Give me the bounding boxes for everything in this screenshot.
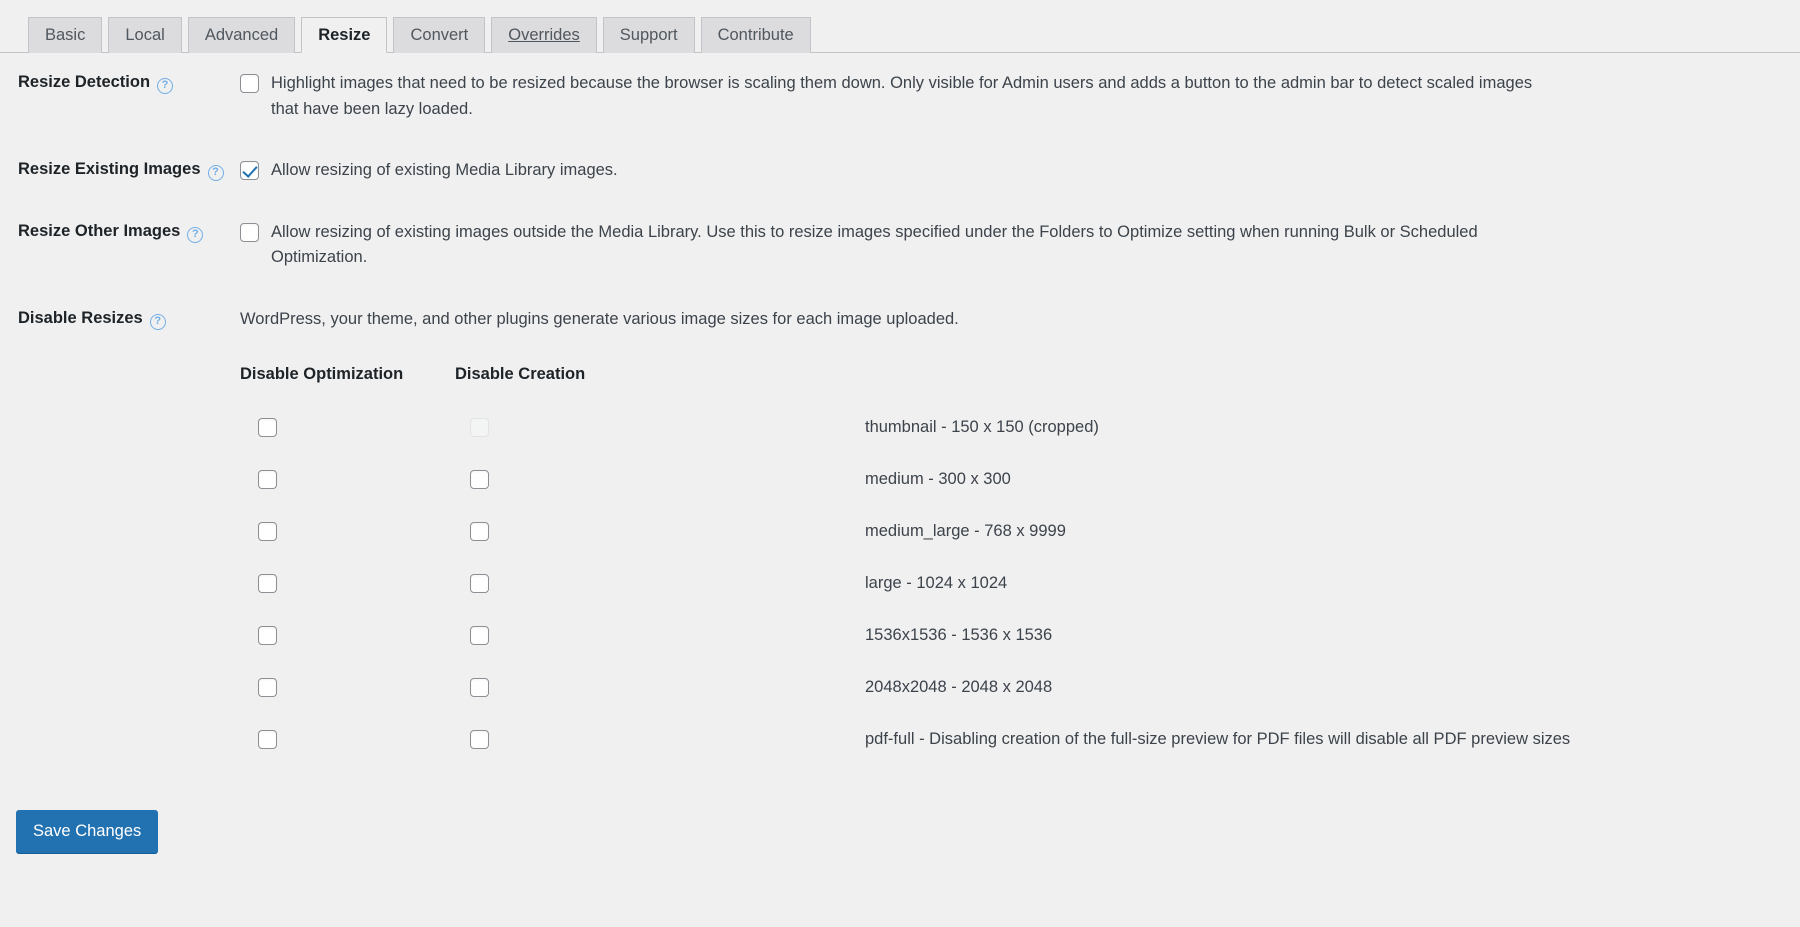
- checkbox-disable-optimization[interactable]: [258, 470, 277, 489]
- tab-convert[interactable]: Convert: [393, 17, 485, 53]
- tab-contribute[interactable]: Contribute: [701, 17, 811, 53]
- tab-support[interactable]: Support: [603, 17, 695, 53]
- checkbox-disable-optimization[interactable]: [258, 522, 277, 541]
- description-disable-resizes: WordPress, your theme, and other plugins…: [240, 307, 1780, 333]
- description-resize-other-images[interactable]: Allow resizing of existing images outsid…: [271, 220, 1561, 271]
- save-changes-button[interactable]: Save Changes: [16, 810, 158, 854]
- cell-size-name: medium - 300 x 300: [660, 454, 1570, 506]
- setting-row-resize-other-images: Resize Other Images ? Allow resizing of …: [0, 202, 1800, 289]
- setting-row-disable-resizes: Disable Resizes ? WordPress, your theme,…: [0, 289, 1800, 784]
- cell-disable-creation: [455, 610, 660, 662]
- table-row: 2048x2048 - 2048 x 2048: [240, 662, 1570, 714]
- checkbox-disable-creation[interactable]: [470, 678, 489, 697]
- column-header-disable-creation: Disable Creation: [455, 362, 660, 402]
- help-icon[interactable]: ?: [208, 165, 224, 181]
- label-resize-detection: Resize Detection ?: [0, 53, 240, 112]
- checkbox-disable-optimization[interactable]: [258, 418, 277, 437]
- tab-basic[interactable]: Basic: [28, 17, 102, 53]
- checkbox-disable-creation[interactable]: [470, 626, 489, 645]
- cell-size-name: 2048x2048 - 2048 x 2048: [660, 662, 1570, 714]
- cell-disable-optimization: [240, 610, 455, 662]
- tab-advanced[interactable]: Advanced: [188, 17, 295, 53]
- cell-disable-creation: [455, 454, 660, 506]
- cell-disable-creation: [455, 558, 660, 610]
- save-section: Save Changes: [0, 784, 1800, 854]
- checkbox-disable-creation[interactable]: [470, 574, 489, 593]
- checkbox-resize-other-images[interactable]: [240, 223, 259, 242]
- cell-disable-optimization: [240, 454, 455, 506]
- checkbox-resize-detection[interactable]: [240, 74, 259, 93]
- cell-disable-optimization: [240, 558, 455, 610]
- checkbox-resize-existing-images[interactable]: [240, 161, 259, 180]
- tab-local[interactable]: Local: [108, 17, 181, 53]
- setting-row-resize-detection: Resize Detection ? Highlight images that…: [0, 53, 1800, 140]
- label-resize-existing-images-text: Resize Existing Images: [18, 158, 201, 181]
- checkbox-disable-creation[interactable]: [470, 470, 489, 489]
- description-resize-existing-images[interactable]: Allow resizing of existing Media Library…: [271, 158, 618, 184]
- checkbox-disable-creation: [470, 418, 489, 437]
- table-row: large - 1024 x 1024: [240, 558, 1570, 610]
- field-resize-detection: Highlight images that need to be resized…: [240, 53, 1800, 140]
- checkbox-disable-creation[interactable]: [470, 730, 489, 749]
- label-resize-other-images-text: Resize Other Images: [18, 220, 180, 243]
- field-resize-other-images: Allow resizing of existing images outsid…: [240, 202, 1800, 289]
- label-disable-resizes: Disable Resizes ?: [0, 289, 240, 348]
- tab-overrides[interactable]: Overrides: [491, 17, 597, 53]
- label-resize-detection-text: Resize Detection: [18, 71, 150, 94]
- help-icon[interactable]: ?: [150, 314, 166, 330]
- cell-size-name: thumbnail - 150 x 150 (cropped): [660, 402, 1570, 454]
- cell-size-name: medium_large - 768 x 9999: [660, 506, 1570, 558]
- description-resize-detection[interactable]: Highlight images that need to be resized…: [271, 71, 1561, 122]
- checkbox-disable-optimization[interactable]: [258, 730, 277, 749]
- column-header-disable-optimization: Disable Optimization: [240, 362, 455, 402]
- settings-body: Resize Detection ? Highlight images that…: [0, 53, 1800, 784]
- image-sizes-table: Disable Optimization Disable Creation th…: [240, 362, 1570, 766]
- cell-disable-optimization: [240, 714, 455, 766]
- label-disable-resizes-text: Disable Resizes: [18, 307, 143, 330]
- table-row: thumbnail - 150 x 150 (cropped): [240, 402, 1570, 454]
- cell-disable-creation: [455, 662, 660, 714]
- cell-size-name: large - 1024 x 1024: [660, 558, 1570, 610]
- cell-disable-creation: [455, 506, 660, 558]
- cell-disable-optimization: [240, 402, 455, 454]
- cell-size-name: pdf-full - Disabling creation of the ful…: [660, 714, 1570, 766]
- checkbox-disable-creation[interactable]: [470, 522, 489, 541]
- table-header-row: Disable Optimization Disable Creation: [240, 362, 1570, 402]
- label-resize-other-images: Resize Other Images ?: [0, 202, 240, 261]
- cell-disable-optimization: [240, 662, 455, 714]
- table-row: pdf-full - Disabling creation of the ful…: [240, 714, 1570, 766]
- tab-resize[interactable]: Resize: [301, 17, 387, 53]
- table-row: 1536x1536 - 1536 x 1536: [240, 610, 1570, 662]
- cell-disable-creation: [455, 714, 660, 766]
- table-row: medium_large - 768 x 9999: [240, 506, 1570, 558]
- checkbox-disable-optimization[interactable]: [258, 678, 277, 697]
- cell-size-name: 1536x1536 - 1536 x 1536: [660, 610, 1570, 662]
- label-resize-existing-images: Resize Existing Images ?: [0, 140, 240, 199]
- table-row: medium - 300 x 300: [240, 454, 1570, 506]
- setting-row-resize-existing-images: Resize Existing Images ? Allow resizing …: [0, 140, 1800, 202]
- checkbox-disable-optimization[interactable]: [258, 626, 277, 645]
- checkbox-disable-optimization[interactable]: [258, 574, 277, 593]
- help-icon[interactable]: ?: [187, 227, 203, 243]
- field-resize-existing-images: Allow resizing of existing Media Library…: [240, 140, 1800, 202]
- settings-tab-bar: BasicLocalAdvancedResizeConvertOverrides…: [0, 0, 1800, 53]
- settings-page: BasicLocalAdvancedResizeConvertOverrides…: [0, 0, 1800, 927]
- column-header-size-name: [660, 362, 1570, 402]
- help-icon[interactable]: ?: [157, 78, 173, 94]
- cell-disable-optimization: [240, 506, 455, 558]
- field-disable-resizes: WordPress, your theme, and other plugins…: [240, 289, 1800, 784]
- cell-disable-creation: [455, 402, 660, 454]
